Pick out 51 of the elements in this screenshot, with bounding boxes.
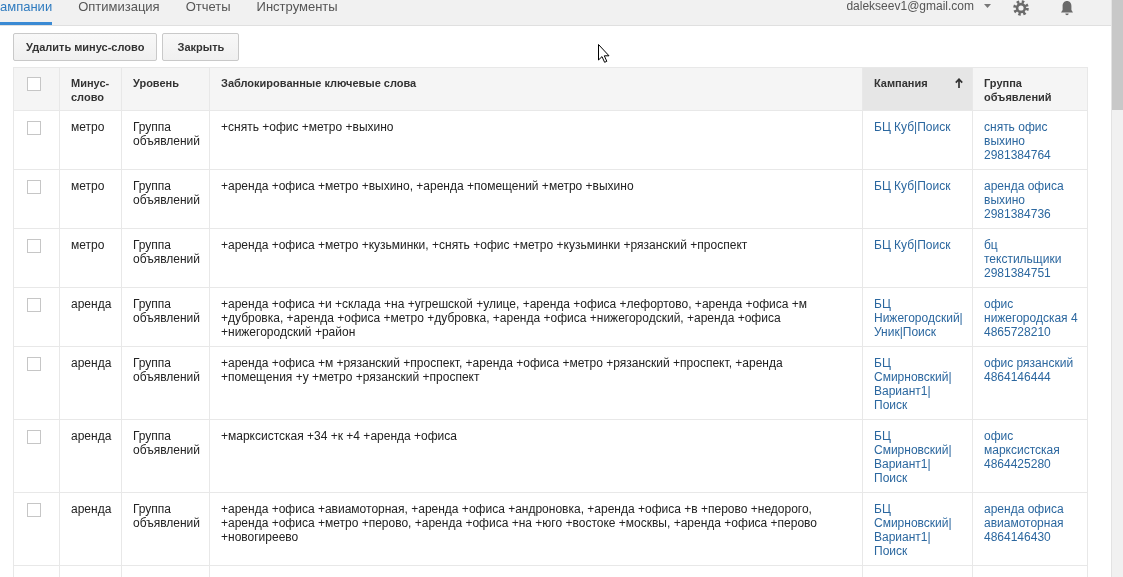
table-cell: +аренда +офиса +авиамоторная, +аренда +офиса +андроновка, +аренда +офиса +в +перово +недорого, +аренда +офиса +метро +перово, +аренда +офиса +на +юго +востоке +москвы, +аренда +офиса +перово +новогиреево [209, 492, 863, 566]
account-email[interactable]: dalekseev1@gmail.com [846, 0, 974, 13]
table-cell: Группа объявлений [121, 346, 210, 420]
row-checkbox[interactable] [27, 180, 41, 194]
row-checkbox[interactable] [27, 121, 41, 135]
settings-icon[interactable] [1013, 0, 1029, 16]
nav-tab[interactable]: Отчеты [185, 0, 231, 25]
table-cell: Группа объявлений [121, 287, 210, 347]
scrollbar[interactable] [1111, 0, 1123, 577]
row-checkbox[interactable] [27, 298, 41, 312]
row-checkbox[interactable] [27, 503, 41, 517]
table-cell: метро [59, 228, 122, 288]
caret-icon[interactable] [984, 4, 991, 8]
row-checkbox[interactable] [27, 357, 41, 371]
scrollbar-thumb[interactable] [1112, 0, 1123, 110]
column-header[interactable]: Заблокированные ключевые слова [209, 67, 863, 111]
nav-tab[interactable]: Оптимизация [78, 0, 160, 25]
table-cell: Группа объявлений [121, 492, 210, 566]
table-cell: аренда [59, 419, 122, 493]
table-cell: +снять +офис +метро +выхино [209, 110, 863, 170]
column-header[interactable]: Уровень [121, 67, 210, 111]
campaign-link[interactable]: БЦ Куб|Поиск [874, 120, 962, 134]
toolbar-button[interactable]: Удалить минус-слово [13, 33, 158, 61]
table-cell: Группа объявлений [121, 169, 210, 229]
column-header[interactable]: Группа объявлений [972, 67, 1088, 111]
table-cell: +аренда +офиса +метро +кузьминки, +снять +офис +метро +кузьминки +рязанский +проспект [209, 228, 863, 288]
nav-tab[interactable]: Инструменты [256, 0, 338, 25]
toolbar-button[interactable]: Закрыть [162, 33, 240, 61]
campaign-link[interactable]: БЦ Куб|Поиск [874, 179, 962, 193]
table-cell: аренда [59, 346, 122, 420]
table-cell: +аренда +офиса +метро +выхино, +аренда +помещений +метро +выхино [209, 169, 863, 229]
table-cell: Группа объявлений [121, 419, 210, 493]
table-cell: +аренда +офиса +и +склада +на +угрешской +улице, +аренда +офиса +лефортово, +аренда +офиса +м +дубровка, +аренда +офиса +метро +дубровка, +аренда +офиса +нижегородский, +аренда +офиса +нижегородский +район [209, 287, 863, 347]
sort-arrow-icon [955, 78, 963, 88]
column-header[interactable]: Кампания [862, 67, 973, 111]
row-checkbox[interactable] [27, 430, 41, 444]
table-cell: +марксистская +34 +к +4 +аренда +офиса [209, 419, 863, 493]
column-header[interactable]: Минус-слово [59, 67, 122, 111]
table-cell: аренда [59, 287, 122, 347]
campaign-link[interactable]: БЦ Куб|Поиск [874, 238, 962, 252]
nav-tab[interactable]: ампании [0, 0, 53, 25]
row-checkbox[interactable] [27, 239, 41, 253]
select-all-checkbox[interactable] [27, 77, 41, 91]
bell-icon[interactable] [1059, 0, 1075, 16]
table-cell: метро [59, 169, 122, 229]
table-cell: Группа объявлений [121, 228, 210, 288]
pointer-cursor-icon [598, 44, 610, 63]
table-cell: метро [59, 110, 122, 170]
table-cell: Группа объявлений [121, 110, 210, 170]
table-cell: +аренда +офиса +м +рязанский +проспект, +аренда +офиса +метро +рязанский +проспект, +аренда +помещения +у +метро +рязанский +проспект [209, 346, 863, 420]
table-cell: аренда [59, 492, 122, 566]
